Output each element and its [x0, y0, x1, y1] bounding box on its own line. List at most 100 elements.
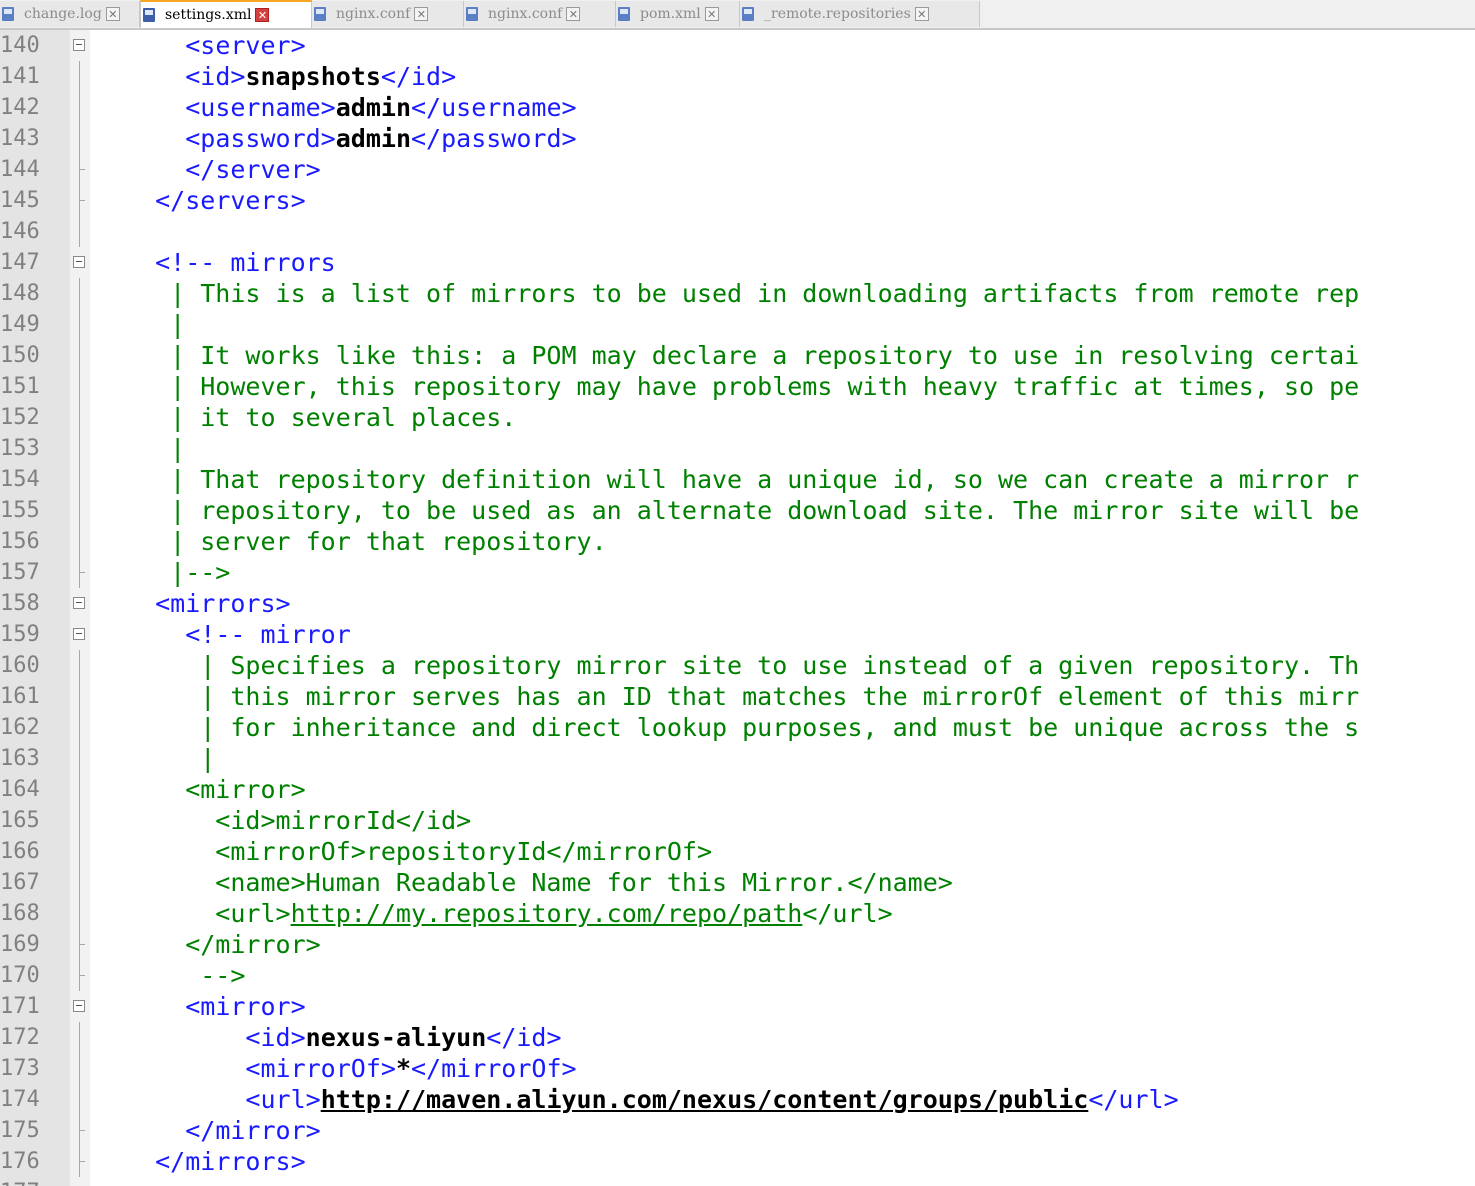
tab-change-log[interactable]: change.log ✕ [0, 1, 140, 27]
code-text: | [125, 433, 185, 464]
line-number: 145 [0, 188, 40, 213]
code-line[interactable]: 177 [0, 1177, 1475, 1186]
tab-nginx-conf[interactable]: nginx.conf ✕ [312, 1, 464, 27]
fold-guide [79, 774, 80, 805]
xml-comment: | [125, 744, 216, 773]
code-text: <mirror> [125, 991, 305, 1022]
close-icon[interactable]: ✕ [914, 7, 929, 21]
code-line[interactable]: 149 | [0, 309, 1475, 340]
code-line[interactable]: 142 <username>admin</username> [0, 92, 1475, 123]
fold-guide [79, 836, 80, 867]
file-icon [466, 6, 480, 22]
fold-guide [79, 1053, 80, 1084]
line-number: 143 [0, 126, 40, 151]
line-number: 165 [0, 808, 40, 833]
code-line[interactable]: 176 </mirrors> [0, 1146, 1475, 1177]
code-line[interactable]: 165 <id>mirrorId</id> [0, 805, 1475, 836]
xml-comment: | this mirror serves has an ID that matc… [125, 682, 1360, 711]
code-line[interactable]: 155 | repository, to be used as an alter… [0, 495, 1475, 526]
code-line[interactable]: 147 <!-- mirrors [0, 247, 1475, 278]
code-line[interactable]: 154 | That repository definition will ha… [0, 464, 1475, 495]
fold-guide [79, 61, 80, 92]
code-line[interactable]: 163 | [0, 743, 1475, 774]
code-line[interactable]: 156 | server for that repository. [0, 526, 1475, 557]
code-line[interactable]: 144 </server> [0, 154, 1475, 185]
xml-tag: </server> [185, 155, 321, 184]
tab-nginx-conf-2[interactable]: nginx.conf ✕ [464, 1, 616, 27]
code-line[interactable]: 140 <server> [0, 30, 1475, 61]
code-line[interactable]: 145 </servers> [0, 185, 1475, 216]
code-line[interactable]: 164 <mirror> [0, 774, 1475, 805]
code-line[interactable]: 169 </mirror> [0, 929, 1475, 960]
close-icon[interactable]: ✕ [105, 7, 120, 21]
fold-end-mark [79, 1130, 85, 1131]
fold-toggle-icon[interactable] [73, 597, 85, 609]
line-number: 152 [0, 405, 40, 430]
line-number: 148 [0, 281, 40, 306]
close-icon[interactable]: ✕ [255, 8, 270, 22]
code-line[interactable]: 171 <mirror> [0, 991, 1475, 1022]
code-text: <name>Human Readable Name for this Mirro… [125, 867, 953, 898]
code-line[interactable]: 150 | It works like this: a POM may decl… [0, 340, 1475, 371]
line-number: 158 [0, 591, 40, 616]
tab-settings-xml[interactable]: settings.xml ✕ [140, 0, 312, 28]
line-number: 171 [0, 994, 40, 1019]
line-number: 154 [0, 467, 40, 492]
code-line[interactable]: 159 <!-- mirror [0, 619, 1475, 650]
code-line[interactable]: 172 <id>nexus-aliyun</id> [0, 1022, 1475, 1053]
code-line[interactable]: 173 <mirrorOf>*</mirrorOf> [0, 1053, 1475, 1084]
xml-tag: <mirrorOf> [245, 1054, 396, 1083]
code-line[interactable]: 148 | This is a list of mirrors to be us… [0, 278, 1475, 309]
code-text: <mirrorOf>repositoryId</mirrorOf> [125, 836, 712, 867]
xml-tag: <url> [245, 1085, 321, 1114]
tab-remote-repositories[interactable]: _remote.repositories ✕ [740, 1, 980, 27]
code-line[interactable]: 153 | [0, 433, 1475, 464]
code-text: | repository, to be used as an alternate… [125, 495, 1359, 526]
xml-comment: </mirror> [125, 930, 321, 959]
code-line[interactable]: 160 | Specifies a repository mirror site… [0, 650, 1475, 681]
code-line[interactable]: 157 |--> [0, 557, 1475, 588]
code-line[interactable]: 146 [0, 216, 1475, 247]
file-icon [143, 7, 157, 23]
close-icon[interactable]: ✕ [704, 7, 719, 21]
fold-toggle-icon[interactable] [73, 39, 85, 51]
code-line[interactable]: 161 | this mirror serves has an ID that … [0, 681, 1475, 712]
close-icon[interactable]: ✕ [566, 7, 581, 21]
code-line[interactable]: 141 <id>snapshots</id> [0, 61, 1475, 92]
code-line[interactable]: 174 <url>http://maven.aliyun.com/nexus/c… [0, 1084, 1475, 1115]
code-text: <url>http://my.repository.com/repo/path<… [125, 898, 892, 929]
code-editor[interactable]: 140 <server> 141 <id>snapshots</id> 142 <u… [0, 30, 1475, 1186]
xml-comment: | This is a list of mirrors to be used i… [125, 279, 1360, 308]
line-number: 153 [0, 436, 40, 461]
tab-pom-xml[interactable]: pom.xml ✕ [616, 1, 740, 27]
url-link[interactable]: http://my.repository.com/repo/path [291, 899, 803, 928]
xml-value: admin [335, 93, 411, 122]
fold-toggle-icon[interactable] [73, 256, 85, 268]
code-line[interactable]: 167 <name>Human Readable Name for this M… [0, 867, 1475, 898]
code-line[interactable]: 158 <mirrors> [0, 588, 1475, 619]
close-icon[interactable]: ✕ [414, 7, 429, 21]
code-area[interactable]: 140 <server> 141 <id>snapshots</id> 142 <u… [0, 30, 1475, 1186]
line-number: 155 [0, 498, 40, 523]
url-link[interactable]: http://maven.aliyun.com/nexus/content/gr… [321, 1085, 1089, 1114]
code-line[interactable]: 170 --> [0, 960, 1475, 991]
fold-guide [79, 743, 80, 774]
fold-guide [79, 92, 80, 123]
fold-guide [79, 1084, 80, 1115]
fold-toggle-icon[interactable] [73, 628, 85, 640]
code-line[interactable]: 151 | However, this repository may have … [0, 371, 1475, 402]
fold-toggle-icon[interactable] [73, 1000, 85, 1012]
code-line[interactable]: 168 <url>http://my.repository.com/repo/p… [0, 898, 1475, 929]
xml-comment: | [125, 434, 186, 463]
line-number: 175 [0, 1118, 40, 1143]
code-line[interactable]: 152 | it to several places. [0, 402, 1475, 433]
line-number: 156 [0, 529, 40, 554]
code-line[interactable]: 162 | for inheritance and direct lookup … [0, 712, 1475, 743]
code-line[interactable]: 166 <mirrorOf>repositoryId</mirrorOf> [0, 836, 1475, 867]
code-line[interactable]: 143 <password>admin</password> [0, 123, 1475, 154]
code-line[interactable]: 175 </mirror> [0, 1115, 1475, 1146]
line-number: 141 [0, 64, 40, 89]
